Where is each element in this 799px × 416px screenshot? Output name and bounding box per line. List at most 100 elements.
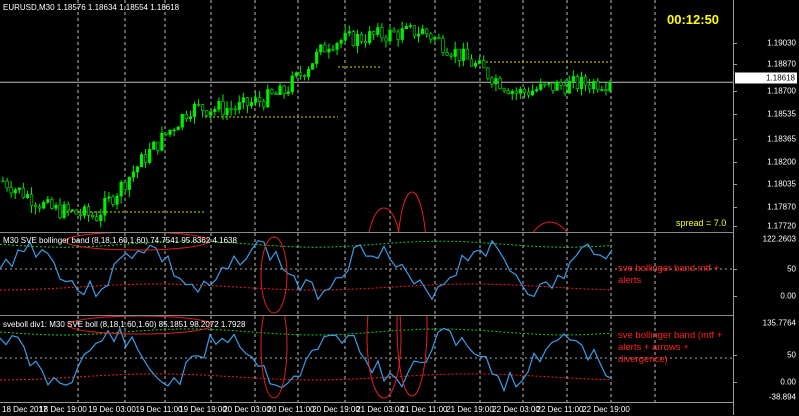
price-label: 1.18535 (767, 109, 796, 119)
candle-body (188, 116, 192, 119)
price-chart-canvas (0, 0, 733, 232)
indicator2-level-label: 135.7764 (762, 318, 796, 328)
candle-body (600, 89, 604, 91)
candle-body (262, 101, 266, 108)
candle-body (156, 141, 160, 151)
candle-body (555, 81, 559, 91)
candle-body (494, 78, 498, 85)
candle-body (213, 108, 217, 112)
time-label: 19 Dec 11:00 (135, 405, 183, 414)
candle-body (339, 40, 343, 44)
time-label: 22 Dec 19:00 (582, 405, 630, 414)
candle-body (66, 204, 70, 211)
candle-body (563, 85, 567, 94)
candle-body (103, 197, 107, 216)
candle-body (567, 80, 571, 94)
candle-body (196, 103, 201, 106)
indicator1-label: M30 SVE bollinger band (8,18,1.60,1.60) … (3, 236, 237, 245)
candle-body (437, 37, 441, 39)
indicator1-level-label: 0.00 (780, 291, 796, 301)
time-label: 21 Dec 03:00 (356, 405, 404, 414)
candle-body (58, 204, 62, 218)
candle-body (123, 181, 127, 190)
candle-body (363, 41, 368, 44)
candle-body (592, 81, 596, 90)
candle-body (99, 214, 103, 221)
candle-body (429, 33, 433, 40)
candle-body (176, 126, 180, 131)
annotation-ellipse (260, 316, 288, 399)
candle-body (359, 33, 364, 42)
candle-body (506, 90, 510, 95)
candle-body (421, 28, 425, 35)
oscillator-line (0, 326, 613, 393)
candle-body (400, 28, 404, 40)
candle-body (608, 81, 612, 91)
indicator2-pane[interactable]: sveboll div1: M30 SVE boll (8,18,1.60,1.… (0, 316, 733, 402)
candle-body (526, 91, 531, 96)
candle-body (490, 77, 494, 85)
indicator1-level-label: 50 (787, 264, 796, 274)
candle-body (319, 44, 323, 53)
candle-body (596, 81, 600, 91)
price-label: 1.17720 (767, 221, 796, 231)
candle-body (457, 48, 461, 61)
candle-body (25, 194, 30, 198)
candle-body (461, 48, 465, 61)
time-label: 21 Dec 19:00 (446, 405, 494, 414)
time-label: 20 Dec 03:00 (223, 405, 271, 414)
candle-body (604, 89, 608, 91)
candle-body (469, 58, 474, 67)
indicator1-pane[interactable]: M30 SVE bollinger band (8,18,1.60,1.60) … (0, 233, 733, 315)
candle-body (201, 104, 205, 111)
price-label: 1.18700 (767, 86, 796, 96)
candle-body (209, 111, 213, 116)
indicator2-level-label: -38.894 (768, 392, 796, 402)
candle-body (408, 25, 412, 27)
candle-body (315, 51, 319, 64)
candle-body (241, 97, 245, 103)
candle-body (135, 166, 140, 173)
candle-body (416, 33, 421, 37)
candle-body (331, 48, 335, 51)
candle-body (82, 206, 87, 216)
time-axis[interactable]: 18 Dec 2017 18 Dec 19:00 19 Dec 03:00 19… (0, 402, 733, 416)
candle-body (225, 107, 229, 116)
candle-body (343, 32, 347, 41)
time-label: 20 Dec 19:00 (312, 405, 360, 414)
candle-body (441, 38, 445, 53)
candle-body (1, 180, 5, 183)
candle-body (70, 209, 74, 212)
candle-body (74, 209, 78, 215)
time-label: 20 Dec 11:00 (267, 405, 315, 414)
candle-body (327, 48, 331, 53)
candle-body (148, 149, 152, 163)
candle-body (168, 129, 172, 135)
candle-body (380, 27, 384, 39)
candle-body (5, 180, 9, 189)
candle-body (583, 76, 588, 86)
annotation-ellipse (260, 236, 288, 314)
indicator2-label: sveboll div1: M30 SVE boll (8,18,1.60,1.… (3, 320, 246, 329)
annotation-ellipse (366, 316, 402, 399)
annotation-ellipse (398, 191, 426, 232)
price-label: 1.18035 (767, 179, 796, 189)
price-label: 1.18365 (767, 134, 796, 144)
candle-body (347, 31, 351, 34)
candle-body (392, 29, 396, 33)
indicator2-level-label: 50 (787, 350, 796, 360)
candle-body (571, 76, 575, 82)
candle-body (233, 108, 237, 111)
candle-body (221, 101, 225, 116)
candle-body (266, 89, 270, 108)
price-scale[interactable]: 1.19030 1.18870 1.18618 1.18700 1.18535 … (733, 0, 799, 415)
candle-body (245, 97, 250, 106)
candle-body (119, 181, 123, 197)
candle-body (486, 67, 490, 79)
time-label: 19 Dec 03:00 (88, 405, 136, 414)
candle-body (33, 205, 38, 208)
annotation-ellipse (368, 207, 400, 232)
candle-body (42, 202, 46, 209)
candle-body (335, 43, 339, 50)
price-chart-pane[interactable]: EURUSD,M30 1.18576 1.18634 1.18554 1.186… (0, 0, 733, 232)
